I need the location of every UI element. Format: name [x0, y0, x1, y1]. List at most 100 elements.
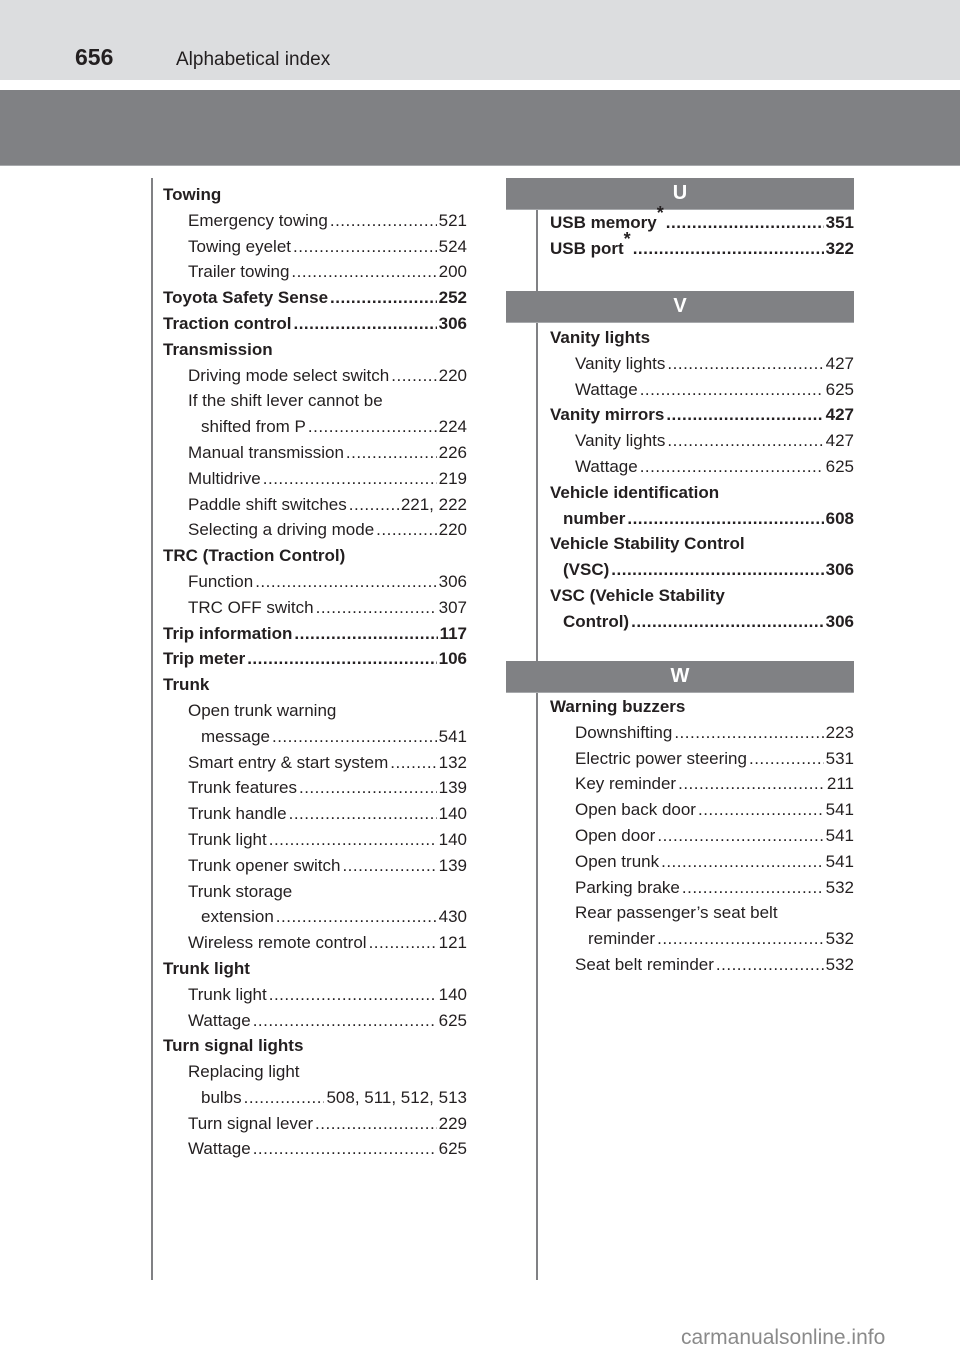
page-reference[interactable]: 132 — [439, 750, 467, 776]
index-entry[interactable]: VSC (Vehicle Stability — [550, 583, 854, 609]
index-entry[interactable]: TRC (Traction Control) — [163, 543, 467, 569]
page-reference[interactable]: 139 — [439, 775, 467, 801]
index-entry[interactable]: Vehicle identification — [550, 480, 854, 506]
index-entry[interactable]: Smart entry & start system 132 — [163, 750, 467, 776]
page-reference[interactable]: 625 — [826, 454, 854, 480]
index-entry[interactable]: Downshifting 223 — [550, 720, 854, 746]
page-reference[interactable]: 229 — [439, 1111, 467, 1137]
page-reference[interactable]: 252 — [439, 285, 467, 311]
index-entry[interactable]: Wattage 625 — [550, 454, 854, 480]
page-reference[interactable]: 521 — [439, 208, 467, 234]
page-reference[interactable]: 121 — [439, 930, 467, 956]
page-reference[interactable]: 625 — [439, 1136, 467, 1162]
index-entry[interactable]: Replacing light — [163, 1059, 467, 1085]
index-entry[interactable]: Towing eyelet 524 — [163, 234, 467, 260]
page-reference[interactable]: 306 — [826, 557, 854, 583]
index-entry[interactable]: Vehicle Stability Control — [550, 531, 854, 557]
page-reference[interactable]: 306 — [439, 311, 467, 337]
index-entry[interactable]: If the shift lever cannot be — [163, 388, 467, 414]
index-entry[interactable]: Control) 306 — [550, 609, 854, 635]
index-entry[interactable]: USB memory* 351 — [550, 204, 854, 236]
index-entry[interactable]: Vanity mirrors 427 — [550, 402, 854, 428]
index-entry[interactable]: Trunk light 140 — [163, 827, 467, 853]
index-entry[interactable]: Turn signal lever 229 — [163, 1111, 467, 1137]
page-reference[interactable]: 140 — [439, 801, 467, 827]
page-reference[interactable]: 532 — [826, 926, 854, 952]
page-reference[interactable]: 200 — [439, 259, 467, 285]
index-entry[interactable]: Turn signal lights — [163, 1033, 467, 1059]
index-entry[interactable]: Rear passenger’s seat belt — [550, 900, 854, 926]
page-reference[interactable]: 608 — [826, 506, 854, 532]
page-reference[interactable]: 625 — [826, 377, 854, 403]
page-reference[interactable]: 306 — [439, 569, 467, 595]
index-entry[interactable]: USB port* 322 — [550, 230, 854, 262]
page-reference[interactable]: 532 — [826, 952, 854, 978]
index-entry[interactable]: message 541 — [163, 724, 467, 750]
page-reference[interactable]: 532 — [826, 875, 854, 901]
page-reference[interactable]: 139 — [439, 853, 467, 879]
index-entry[interactable]: Emergency towing 521 — [163, 208, 467, 234]
index-entry[interactable]: Traction control 306 — [163, 311, 467, 337]
index-entry[interactable]: shifted from P 224 — [163, 414, 467, 440]
page-reference[interactable]: 306 — [826, 609, 854, 635]
index-entry[interactable]: Selecting a driving mode 220 — [163, 517, 467, 543]
page-reference[interactable]: 224 — [439, 414, 467, 440]
index-entry[interactable]: Open back door 541 — [550, 797, 854, 823]
index-entry[interactable]: Open trunk warning — [163, 698, 467, 724]
page-reference[interactable]: 322 — [826, 236, 854, 262]
index-entry[interactable]: Trunk storage — [163, 879, 467, 905]
page-reference[interactable]: 226 — [439, 440, 467, 466]
page-reference[interactable]: 219 — [439, 466, 467, 492]
index-entry[interactable]: Open trunk 541 — [550, 849, 854, 875]
page-reference[interactable]: 220 — [439, 363, 467, 389]
index-entry[interactable]: Manual transmission 226 — [163, 440, 467, 466]
index-entry[interactable]: reminder 532 — [550, 926, 854, 952]
index-entry[interactable]: Warning buzzers — [550, 694, 854, 720]
index-entry[interactable]: Seat belt reminder 532 — [550, 952, 854, 978]
index-entry[interactable]: Function 306 — [163, 569, 467, 595]
index-entry[interactable]: Trunk light — [163, 956, 467, 982]
page-reference[interactable]: 508, 511, 512, 513 — [326, 1085, 467, 1111]
index-entry[interactable]: Paddle shift switches 221, 222 — [163, 492, 467, 518]
index-entry[interactable]: Wattage 625 — [163, 1008, 467, 1034]
index-entry[interactable]: extension 430 — [163, 904, 467, 930]
page-reference[interactable]: 524 — [439, 234, 467, 260]
page-reference[interactable]: 541 — [826, 823, 854, 849]
index-entry[interactable]: Transmission — [163, 337, 467, 363]
index-entry[interactable]: Trunk — [163, 672, 467, 698]
page-reference[interactable]: 625 — [439, 1008, 467, 1034]
index-entry[interactable]: Trip information 117 — [163, 621, 467, 647]
page-reference[interactable]: 427 — [826, 402, 854, 428]
page-reference[interactable]: 351 — [826, 210, 854, 236]
page-reference[interactable]: 140 — [439, 827, 467, 853]
index-entry[interactable]: Key reminder 211 — [550, 771, 854, 797]
index-entry[interactable]: (VSC) 306 — [550, 557, 854, 583]
index-entry[interactable]: number 608 — [550, 506, 854, 532]
page-reference[interactable]: 427 — [826, 351, 854, 377]
page-reference[interactable]: 541 — [826, 849, 854, 875]
index-entry[interactable]: Electric power steering 531 — [550, 746, 854, 772]
page-reference[interactable]: 307 — [439, 595, 467, 621]
index-entry[interactable]: Wattage 625 — [550, 377, 854, 403]
page-reference[interactable]: 106 — [439, 646, 467, 672]
index-entry[interactable]: Trunk opener switch 139 — [163, 853, 467, 879]
index-entry[interactable]: Trunk handle 140 — [163, 801, 467, 827]
page-reference[interactable]: 117 — [440, 621, 467, 647]
index-entry[interactable]: Open door 541 — [550, 823, 854, 849]
index-entry[interactable]: Vanity lights 427 — [550, 428, 854, 454]
index-entry[interactable]: Trunk features 139 — [163, 775, 467, 801]
index-entry[interactable]: Vanity lights 427 — [550, 351, 854, 377]
page-reference[interactable]: 541 — [826, 797, 854, 823]
index-entry[interactable]: Wireless remote control 121 — [163, 930, 467, 956]
index-entry[interactable]: Driving mode select switch 220 — [163, 363, 467, 389]
index-entry[interactable]: Trailer towing 200 — [163, 259, 467, 285]
page-reference[interactable]: 427 — [826, 428, 854, 454]
index-entry[interactable]: Trunk light 140 — [163, 982, 467, 1008]
index-entry[interactable]: TRC OFF switch 307 — [163, 595, 467, 621]
index-entry[interactable]: Parking brake 532 — [550, 875, 854, 901]
page-reference[interactable]: 541 — [439, 724, 467, 750]
index-entry[interactable]: Vanity lights — [550, 325, 854, 351]
page-reference[interactable]: 221, 222 — [401, 492, 467, 518]
index-entry[interactable]: Multidrive 219 — [163, 466, 467, 492]
index-entry[interactable]: Toyota Safety Sense 252 — [163, 285, 467, 311]
